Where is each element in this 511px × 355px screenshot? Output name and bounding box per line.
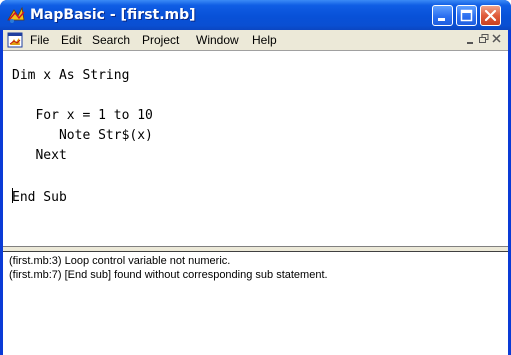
menu-window[interactable]: Window — [196, 30, 239, 50]
minimize-icon — [467, 42, 473, 44]
close-icon — [484, 9, 497, 22]
code-line: Dim x As String — [12, 68, 130, 83]
code-editor[interactable]: Dim x As String For x = 1 to 10 Note Str… — [3, 50, 508, 246]
close-button[interactable] — [480, 5, 501, 26]
mapbasic-app-icon — [6, 6, 26, 24]
mapbasic-window: MapBasic - [first.mb] File Edit Search P… — [0, 0, 511, 355]
maximize-icon — [460, 9, 473, 22]
menu-file[interactable]: File — [30, 30, 49, 50]
window-title: MapBasic - [first.mb] — [30, 7, 196, 23]
menu-project[interactable]: Project — [142, 30, 179, 50]
message-pane[interactable]: (first.mb:3) Loop control variable not n… — [3, 252, 508, 355]
title-bar[interactable]: MapBasic - [first.mb] — [0, 0, 511, 30]
code-line: Next — [12, 148, 67, 163]
menu-bar: File Edit Search Project Window Help — [3, 30, 508, 50]
mdi-controls — [464, 32, 504, 48]
minimize-icon — [438, 18, 445, 21]
restore-icon — [479, 34, 489, 43]
code-line: End Sub — [12, 190, 67, 205]
mdi-close-button[interactable] — [490, 32, 504, 46]
close-icon — [492, 34, 501, 43]
menu-help[interactable]: Help — [252, 30, 277, 50]
mdi-restore-button[interactable] — [477, 32, 491, 46]
mapbasic-doc-icon[interactable] — [7, 32, 23, 48]
error-message[interactable]: (first.mb:7) [End sub] found without cor… — [9, 268, 328, 282]
maximize-button[interactable] — [456, 5, 477, 26]
client-area: File Edit Search Project Window Help Dim… — [3, 30, 508, 355]
code-line: For x = 1 to 10 — [12, 108, 153, 123]
error-message[interactable]: (first.mb:3) Loop control variable not n… — [9, 254, 230, 268]
minimize-button[interactable] — [432, 5, 453, 26]
text-caret — [12, 188, 13, 203]
code-line: Note Str$(x) — [12, 128, 153, 143]
menu-search[interactable]: Search — [92, 30, 130, 50]
mdi-minimize-button[interactable] — [464, 32, 478, 46]
menu-edit[interactable]: Edit — [61, 30, 82, 50]
